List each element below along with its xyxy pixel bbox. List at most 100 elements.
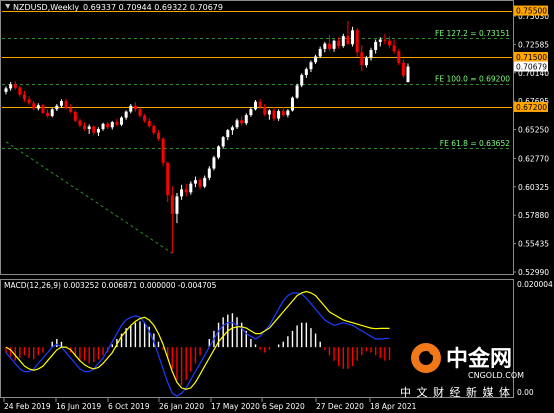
candle-body [337,40,341,46]
time-tick-label: 26 Jan 2020 [159,402,204,411]
candle-body [83,125,87,130]
candle-body [397,51,401,63]
candle-body [92,126,96,133]
candle-body [78,120,82,126]
price-tick-label: 0.57880 [518,211,549,220]
watermark-url: CNGOLD.COM [468,371,524,380]
candle-body [388,40,392,46]
watermark-brand: 中金网 [446,346,512,372]
price-tick-label: 0.72585 [518,40,549,49]
candle-body [69,108,73,112]
candle-body [406,66,410,83]
price-tick-label: 0.55435 [518,240,549,249]
candle-body [332,40,336,49]
candle-body [327,43,331,49]
candle-body [378,39,382,42]
time-tick-label: 16 Jun 2019 [56,402,101,411]
candle-body [166,162,170,196]
candle-body [87,126,91,130]
candle-body [383,39,387,41]
candle-body [32,103,36,109]
price-label-current: 0.70679 [514,61,548,72]
candle-body [217,146,221,158]
candle-body [106,123,110,128]
candle-body [351,30,355,45]
nzdusd-weekly-chart: FE 127.2 = 0.73151 FE 100.0 = 0.69200 FE… [0,0,554,413]
candle-body [401,62,405,76]
candle-body [133,105,137,110]
candle-body [41,105,45,113]
candle-body [281,111,285,116]
candle-body [152,126,156,133]
candle-body [314,56,318,63]
price-tick-label: 0.60325 [518,183,549,192]
macd-label: MACD(12,26,9) 0.003252 0.006871 0.000000… [4,281,217,290]
candle-body [170,195,174,214]
candle-body [203,177,207,187]
candle-body [277,111,281,119]
candle-body [207,168,211,178]
candle-body [4,88,8,92]
price-label-level-3: 0.67200 [514,101,548,112]
candle-body [101,123,105,130]
candle-body [221,137,225,147]
price-label-level-3-text: 0.67200 [516,103,547,112]
candle-body [300,75,304,86]
time-tick-label: 6 Oct 2019 [108,402,150,411]
candle-body [341,36,345,46]
candle-body [55,105,59,110]
candle-body [143,115,147,121]
candle-body [226,130,230,138]
candle-body [59,101,63,106]
price-label-level-1: 0.75500 [514,5,548,16]
chart-header: NZDUSD,Weekly 0.69337 0.70944 0.69322 0.… [5,3,223,12]
candle-body [272,110,276,119]
price-label-level-2: 0.71500 [514,52,548,63]
candle-body [304,69,308,76]
candle-body [323,43,327,49]
fib-label-127: FE 127.2 = 0.73151 [435,29,510,38]
time-tick-label: 6 Sep 2020 [262,402,305,411]
fib-label-100: FE 100.0 = 0.69200 [435,75,510,84]
candle-body [18,87,22,95]
candle-body [22,94,26,100]
time-tick-label: 17 May 2020 [211,402,260,411]
candle-body [147,120,151,127]
candle-body [110,122,114,128]
price-tick-label: 0.62770 [518,154,549,163]
candle-body [249,109,253,116]
candle-body [254,101,258,110]
candle-body [369,50,373,59]
candle-body [263,106,267,115]
candle-body [46,112,50,117]
candle-body [258,101,262,107]
candle-body [189,183,193,193]
candle-body [240,120,244,124]
candle-body [184,189,188,193]
candle-body [64,101,68,109]
candle-body [374,41,378,51]
candle-body [175,196,179,214]
candle-body [115,122,119,125]
candle-body [73,111,77,121]
candle-body [36,105,40,109]
price-label-level-1-text: 0.75500 [516,7,547,16]
price-label-current-text: 0.70679 [516,63,547,72]
logo-icon-dot [429,347,437,355]
macd-tick-zero: 0.00 [517,388,534,397]
candle-body [346,36,350,45]
watermark-slogan: 中 文 财 经 新 媒 体 [400,385,511,399]
candle-body [286,110,290,116]
macd-tick-top: 0.020004 [517,280,553,289]
time-tick-label: 24 Feb 2019 [4,402,51,411]
candle-body [212,157,216,169]
candle-body [198,180,202,187]
fib-label-618: FE 61.8 = 0.63652 [440,139,510,148]
candle-body [156,132,160,139]
candle-body [295,85,299,98]
candle-body [27,99,31,104]
candle-body [360,52,364,66]
candle-body [120,117,124,125]
candle-body [244,115,248,124]
candle-body [138,109,142,116]
